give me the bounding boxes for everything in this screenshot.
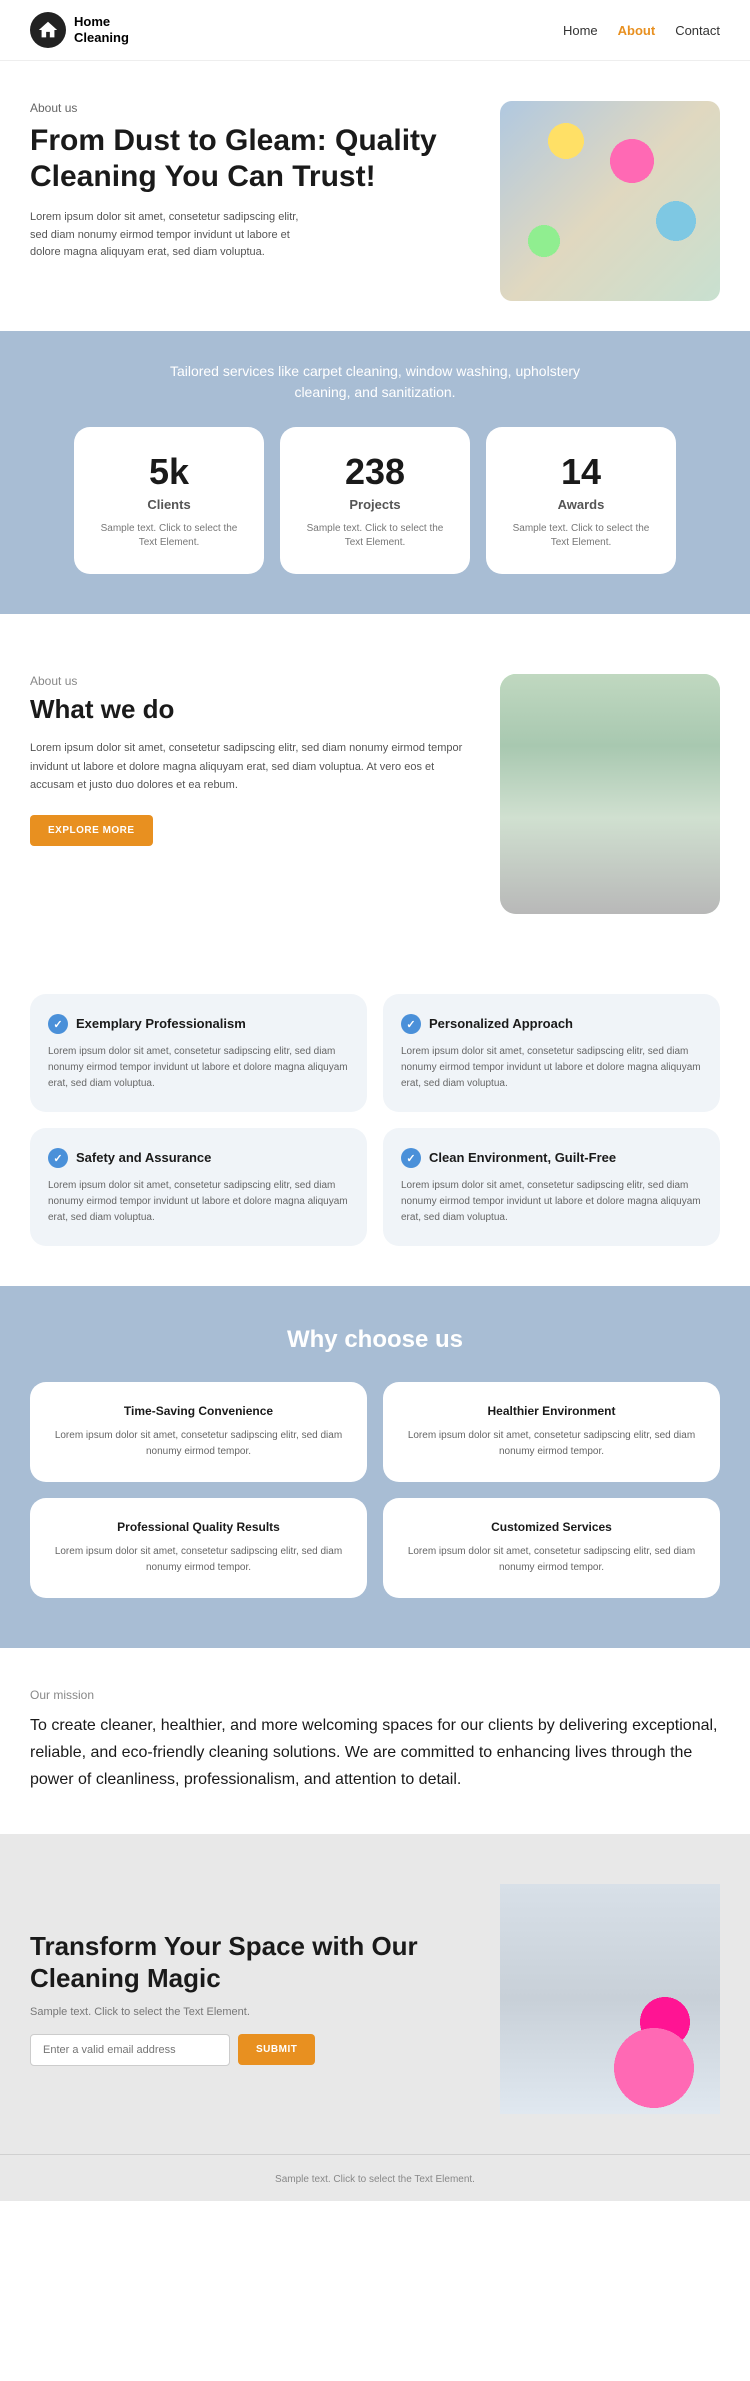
feature-desc-4: Lorem ipsum dolor sit amet, consetetur s…: [401, 1178, 702, 1226]
cta-sample-text: Sample text. Click to select the Text El…: [30, 2006, 480, 2018]
feature-desc-1: Lorem ipsum dolor sit amet, consetetur s…: [48, 1044, 349, 1092]
why-card-desc-3: Lorem ipsum dolor sit amet, consetetur s…: [48, 1544, 349, 1576]
hero-title: From Dust to Gleam: Quality Cleaning You…: [30, 123, 480, 195]
why-card-desc-4: Lorem ipsum dolor sit amet, consetetur s…: [401, 1544, 702, 1576]
why-grid: Time-Saving Convenience Lorem ipsum dolo…: [30, 1382, 720, 1598]
stats-subtitle: Tailored services like carpet cleaning, …: [165, 361, 585, 403]
explore-more-button[interactable]: EXPLORE MORE: [30, 815, 153, 846]
cta-image: [500, 1884, 720, 2114]
nav-contact[interactable]: Contact: [675, 23, 720, 38]
hero-image: [500, 101, 720, 301]
stat-label-awards: Awards: [506, 497, 656, 512]
footer-text: Sample text. Click to select the Text El…: [275, 2174, 475, 2185]
cta-form: SUBMIT: [30, 2034, 480, 2066]
feature-desc-2: Lorem ipsum dolor sit amet, consetetur s…: [401, 1044, 702, 1092]
stat-card-clients: 5k Clients Sample text. Click to select …: [74, 427, 264, 574]
feature-desc-3: Lorem ipsum dolor sit amet, consetetur s…: [48, 1178, 349, 1226]
why-card-title-3: Professional Quality Results: [48, 1520, 349, 1534]
why-choose-us-title: Why choose us: [30, 1326, 720, 1354]
main-nav: Home About Contact: [563, 23, 720, 38]
hero-above-title: About us: [30, 101, 480, 115]
cta-content: Transform Your Space with Our Cleaning M…: [30, 1931, 500, 2065]
stat-desc-awards: Sample text. Click to select the Text El…: [506, 522, 656, 550]
why-card-title-2: Healthier Environment: [401, 1404, 702, 1418]
why-card-quality: Professional Quality Results Lorem ipsum…: [30, 1498, 367, 1598]
why-card-time: Time-Saving Convenience Lorem ipsum dolo…: [30, 1382, 367, 1482]
wwd-title: What we do: [30, 694, 470, 725]
feature-header-4: Clean Environment, Guilt-Free: [401, 1148, 702, 1168]
stat-card-projects: 238 Projects Sample text. Click to selec…: [280, 427, 470, 574]
check-icon-2: [401, 1014, 421, 1034]
what-we-do-section: About us What we do Lorem ipsum dolor si…: [0, 614, 750, 964]
feature-header-2: Personalized Approach: [401, 1014, 702, 1034]
logo[interactable]: Home Cleaning: [30, 12, 129, 48]
feature-header-3: Safety and Assurance: [48, 1148, 349, 1168]
feature-title-3: Safety and Assurance: [76, 1150, 211, 1167]
home-icon: [37, 19, 59, 41]
email-input[interactable]: [30, 2034, 230, 2066]
feature-card-professionalism: Exemplary Professionalism Lorem ipsum do…: [30, 994, 367, 1112]
why-card-health: Healthier Environment Lorem ipsum dolor …: [383, 1382, 720, 1482]
feature-title-4: Clean Environment, Guilt-Free: [429, 1150, 616, 1167]
wwd-image: [500, 674, 720, 914]
stat-number-awards: 14: [506, 451, 656, 493]
logo-icon: [30, 12, 66, 48]
nav-home[interactable]: Home: [563, 23, 598, 38]
mission-text: To create cleaner, healthier, and more w…: [30, 1712, 720, 1794]
feature-card-safety: Safety and Assurance Lorem ipsum dolor s…: [30, 1128, 367, 1246]
cta-title: Transform Your Space with Our Cleaning M…: [30, 1931, 480, 1993]
stats-section: Tailored services like carpet cleaning, …: [0, 331, 750, 614]
stat-label-projects: Projects: [300, 497, 450, 512]
stat-label-clients: Clients: [94, 497, 244, 512]
submit-button[interactable]: SUBMIT: [238, 2034, 315, 2065]
spray-illustration: [500, 1884, 720, 2114]
feature-title-1: Exemplary Professionalism: [76, 1016, 246, 1033]
features-section: Exemplary Professionalism Lorem ipsum do…: [0, 964, 750, 1286]
feature-header-1: Exemplary Professionalism: [48, 1014, 349, 1034]
wwd-content: About us What we do Lorem ipsum dolor si…: [30, 674, 470, 846]
supplies-illustration: [500, 101, 720, 301]
why-choose-us-section: Why choose us Time-Saving Convenience Lo…: [0, 1286, 750, 1648]
stat-desc-projects: Sample text. Click to select the Text El…: [300, 522, 450, 550]
mission-section: Our mission To create cleaner, healthier…: [0, 1648, 750, 1834]
stat-number-clients: 5k: [94, 451, 244, 493]
feature-title-2: Personalized Approach: [429, 1016, 573, 1033]
mission-label: Our mission: [30, 1688, 720, 1702]
stat-desc-clients: Sample text. Click to select the Text El…: [94, 522, 244, 550]
hero-section: About us From Dust to Gleam: Quality Cle…: [0, 61, 750, 331]
check-icon-4: [401, 1148, 421, 1168]
why-card-custom: Customized Services Lorem ipsum dolor si…: [383, 1498, 720, 1598]
why-card-title-4: Customized Services: [401, 1520, 702, 1534]
feature-card-environment: Clean Environment, Guilt-Free Lorem ipsu…: [383, 1128, 720, 1246]
check-icon-3: [48, 1148, 68, 1168]
why-card-desc-1: Lorem ipsum dolor sit amet, consetetur s…: [48, 1428, 349, 1460]
footer-bottom: Sample text. Click to select the Text El…: [0, 2154, 750, 2201]
check-icon-1: [48, 1014, 68, 1034]
stat-card-awards: 14 Awards Sample text. Click to select t…: [486, 427, 676, 574]
header: Home Cleaning Home About Contact: [0, 0, 750, 61]
feature-card-approach: Personalized Approach Lorem ipsum dolor …: [383, 994, 720, 1112]
cta-section: Transform Your Space with Our Cleaning M…: [0, 1834, 750, 2154]
why-card-title-1: Time-Saving Convenience: [48, 1404, 349, 1418]
hero-description: Lorem ipsum dolor sit amet, consetetur s…: [30, 209, 310, 262]
hero-content: About us From Dust to Gleam: Quality Cle…: [30, 101, 500, 262]
wwd-description: Lorem ipsum dolor sit amet, consetetur s…: [30, 739, 470, 795]
stat-number-projects: 238: [300, 451, 450, 493]
mop-illustration: [500, 674, 720, 914]
logo-text: Home Cleaning: [74, 14, 129, 45]
nav-about[interactable]: About: [618, 23, 656, 38]
stats-cards: 5k Clients Sample text. Click to select …: [30, 427, 720, 574]
why-card-desc-2: Lorem ipsum dolor sit amet, consetetur s…: [401, 1428, 702, 1460]
wwd-above-title: About us: [30, 674, 470, 688]
